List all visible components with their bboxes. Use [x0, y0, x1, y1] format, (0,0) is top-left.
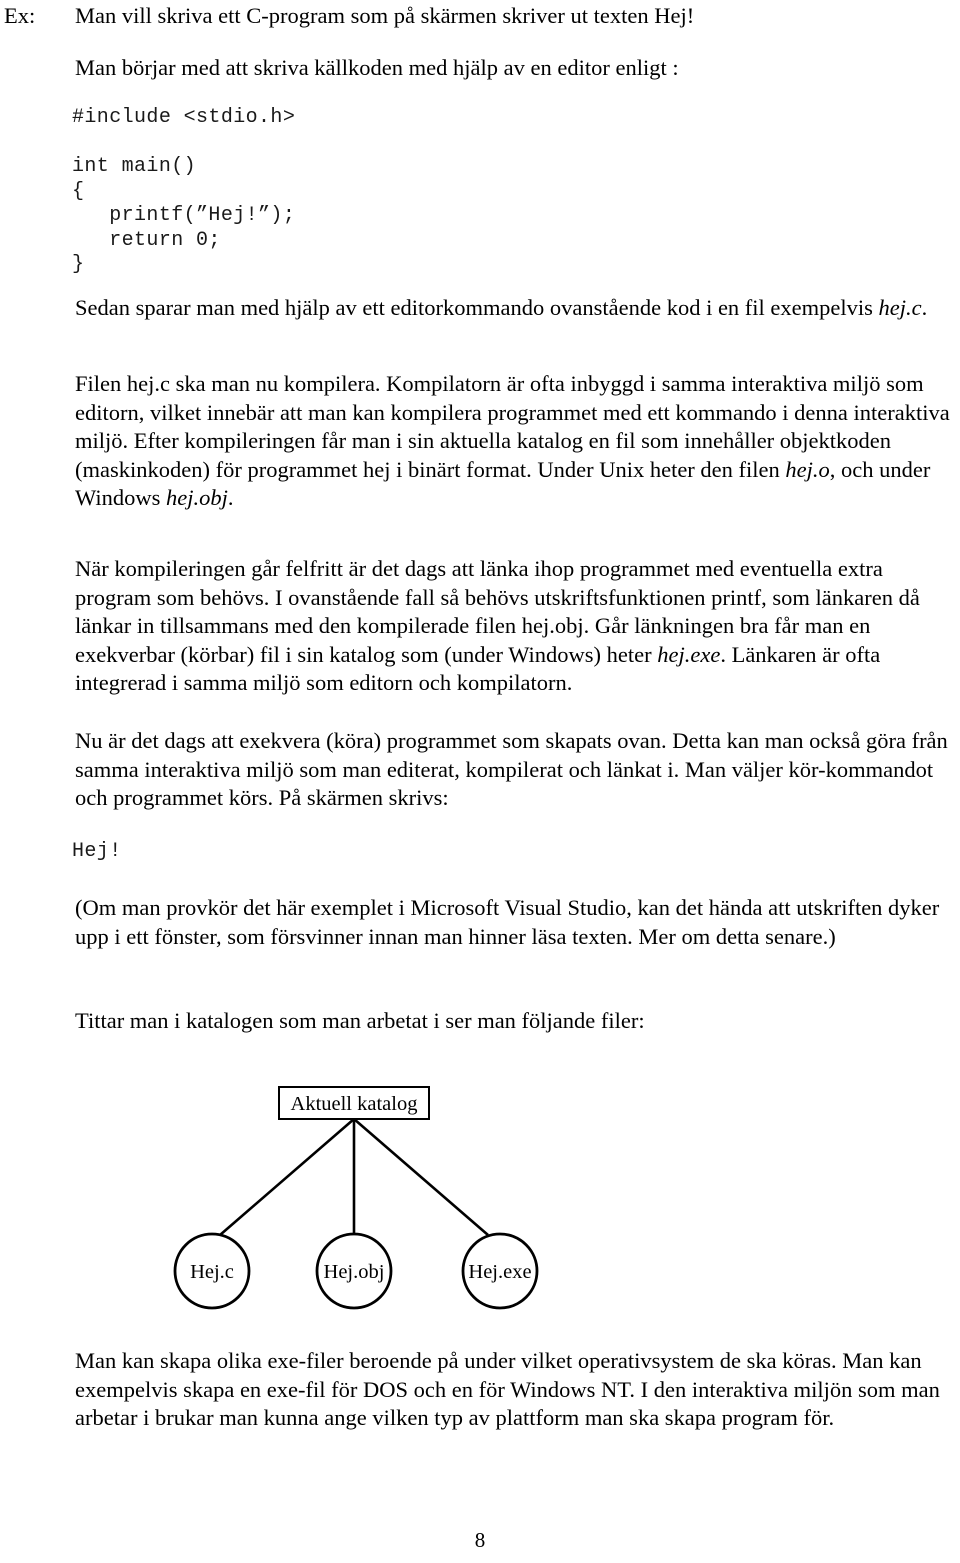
page-number: 8 [474, 1528, 486, 1552]
paragraph-save-file: Sedan sparar man med hjälp av ett editor… [75, 294, 955, 323]
code-include-line: #include <stdio.h> [72, 106, 296, 129]
filename-hej-o: hej.o [785, 456, 830, 482]
example-intro-text: Man vill skriva ett C-program som på skä… [75, 3, 695, 28]
diagram-node-label: Hej.exe [468, 1261, 531, 1283]
diagram-node-label: Hej.obj [324, 1261, 385, 1283]
diagram-edge-to-hej-c [219, 1118, 355, 1236]
save-text-before: Sedan sparar man med hjälp av ett editor… [75, 295, 879, 320]
directory-diagram: Aktuell katalog Hej.c Hej.obj Hej.exe [150, 1075, 600, 1325]
paragraph-directory-intro: Tittar man i katalogen som man arbetat i… [75, 1008, 645, 1033]
program-output-text: Hej! [72, 840, 122, 863]
paragraph-compile: Filen hej.c ska man nu kompilera. Kompil… [75, 370, 957, 513]
diagram-root-label: Aktuell katalog [291, 1093, 418, 1115]
paragraph-linking: När kompileringen går felfritt är det da… [75, 555, 960, 698]
diagram-node-label: Hej.c [190, 1261, 234, 1283]
filename-hej-c: hej.c [878, 295, 922, 320]
diagram-edge-to-hej-exe [353, 1118, 489, 1236]
save-text-after: . [921, 295, 928, 320]
code-main-block: int main() { printf(”Hej!”); return 0; } [72, 155, 296, 276]
document-page: Ex: Man vill skriva ett C-program som på… [0, 0, 960, 1563]
filename-hej-exe: hej.exe [657, 641, 721, 667]
paragraph-visual-studio-note: (Om man provkör det här exemplet i Micro… [75, 895, 940, 949]
filename-hej-obj: hej.obj [165, 485, 228, 511]
paragraph-exe-files: Man kan skapa olika exe-filer beroende p… [75, 1348, 940, 1431]
paragraph-running: Nu är det dags att exekvera (köra) progr… [75, 728, 948, 811]
compile-text-part3: . [227, 485, 234, 511]
example-label: Ex: [4, 3, 36, 28]
editor-instruction-text: Man börjar med att skriva källkoden med … [75, 55, 679, 80]
